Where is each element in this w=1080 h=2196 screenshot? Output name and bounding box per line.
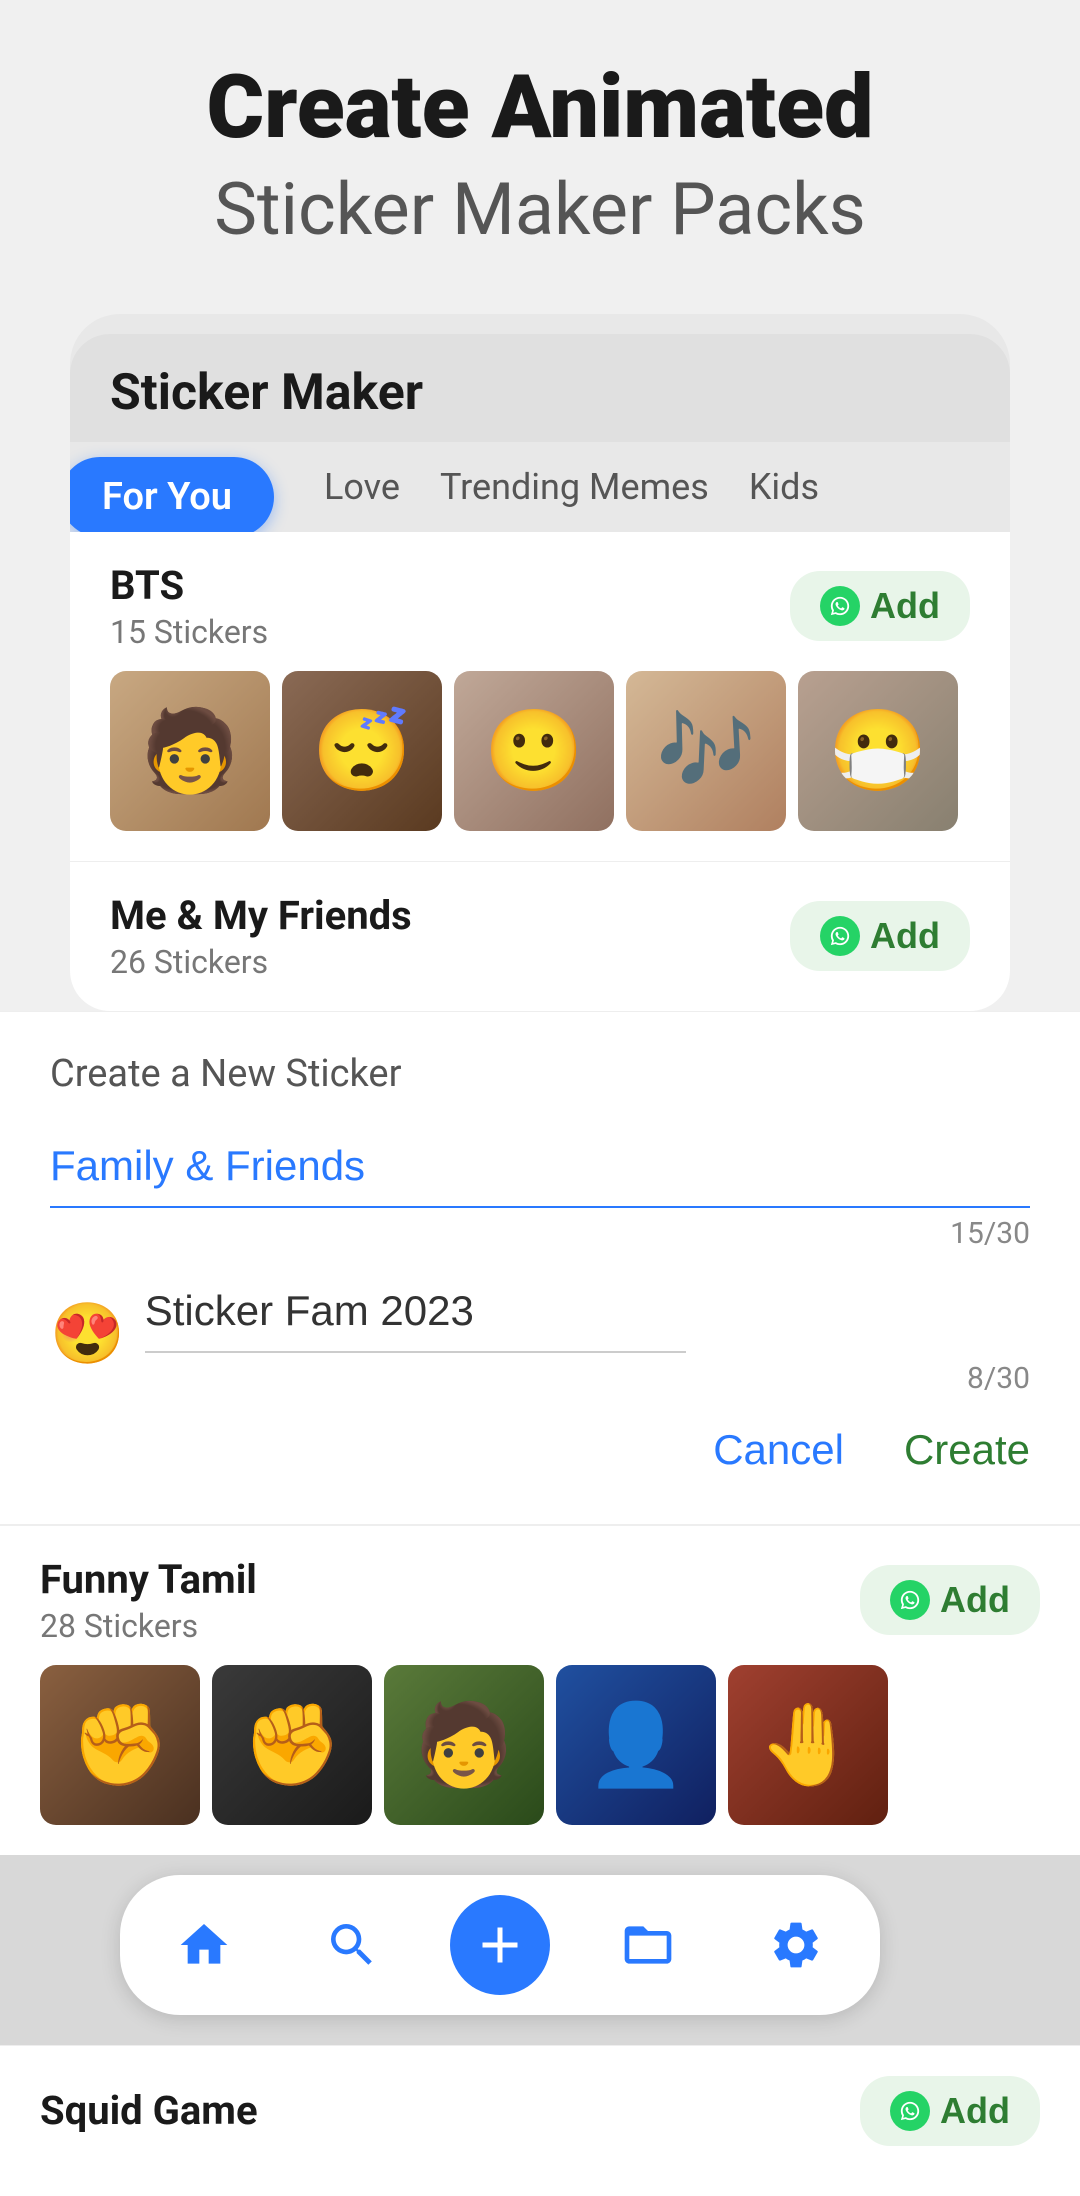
nav-settings[interactable] xyxy=(746,1905,846,1985)
sticker-thumb[interactable]: 🧑 xyxy=(384,1665,544,1825)
sticker-thumb[interactable]: 😴 xyxy=(282,671,442,831)
pack-funny-tamil: Funny Tamil 28 Stickers Add ✊ ✊ 🧑 👤 xyxy=(0,1525,1080,1855)
pack-me-friends-add-label: Add xyxy=(870,915,940,957)
sticker-thumb[interactable]: 🤚 xyxy=(728,1665,888,1825)
sticker-thumb[interactable]: 👤 xyxy=(556,1665,716,1825)
nav-packs[interactable] xyxy=(598,1905,698,1985)
create-button[interactable]: Create xyxy=(904,1426,1030,1474)
pack-bts-add-button[interactable]: Add xyxy=(790,571,970,641)
sticker-thumb[interactable]: 😷 xyxy=(798,671,958,831)
sticker-name-counter: 8/30 xyxy=(145,1361,1030,1396)
tab-kids[interactable]: Kids xyxy=(729,448,839,526)
nav-home[interactable] xyxy=(154,1905,254,1985)
nav-search[interactable] xyxy=(302,1905,402,1985)
pack-bts-count: 15 Stickers xyxy=(110,613,268,651)
pack-bts-name: BTS xyxy=(110,562,268,609)
cancel-button[interactable]: Cancel xyxy=(713,1426,844,1474)
page-title: Create Animated Sticker Maker Packs xyxy=(40,60,1040,254)
sticker-thumb[interactable]: 🧑 xyxy=(110,671,270,831)
sticker-thumb[interactable]: ✊ xyxy=(212,1665,372,1825)
pack-me-friends: Me & My Friends 26 Stickers Add xyxy=(70,861,1010,1011)
whatsapp-icon-3 xyxy=(890,1580,930,1620)
pack-squid-game-add-label: Add xyxy=(940,2090,1010,2132)
sticker-emoji[interactable]: 😍 xyxy=(50,1298,125,1369)
sticker-thumb[interactable]: ✊ xyxy=(40,1665,200,1825)
pack-squid-game-name: Squid Game xyxy=(40,2087,258,2134)
sticker-name-input[interactable] xyxy=(145,1271,686,1353)
nav-add[interactable] xyxy=(450,1895,550,1995)
sticker-thumb[interactable]: 🙂 xyxy=(454,671,614,831)
pack-name-input-group: 15/30 xyxy=(50,1126,1030,1251)
pack-funny-tamil-name: Funny Tamil xyxy=(40,1556,257,1603)
pack-funny-tamil-count: 28 Stickers xyxy=(40,1607,257,1645)
pack-bts: BTS 15 Stickers Add 🧑 😴 xyxy=(70,532,1010,861)
tab-foryou[interactable]: For You xyxy=(70,457,274,532)
pack-me-friends-name: Me & My Friends xyxy=(110,892,412,939)
pack-name-input[interactable] xyxy=(50,1126,1030,1208)
pack-me-friends-count: 26 Stickers xyxy=(110,943,412,981)
bottom-nav-wrapper xyxy=(0,1855,1080,2045)
modal-title: Create a New Sticker xyxy=(50,1052,1030,1096)
tab-love[interactable]: Love xyxy=(304,448,420,526)
pack-squid-game: Squid Game Add xyxy=(0,2045,1080,2196)
pack-squid-game-add-button[interactable]: Add xyxy=(860,2076,1040,2146)
bottom-nav xyxy=(120,1875,880,2015)
pack-bts-add-label: Add xyxy=(870,585,940,627)
app-title: Sticker Maker xyxy=(110,364,970,442)
pack-name-counter: 15/30 xyxy=(50,1216,1030,1251)
whatsapp-icon-4 xyxy=(890,2091,930,2131)
sticker-thumb[interactable]: 🎶 xyxy=(626,671,786,831)
pack-funny-tamil-stickers: ✊ ✊ 🧑 👤 🤚 xyxy=(40,1665,1040,1825)
phone-mockup: Sticker Maker For You Love Trending Meme… xyxy=(70,314,1010,1011)
tab-trending[interactable]: Trending Memes xyxy=(420,448,729,526)
modal-actions: Cancel Create xyxy=(50,1426,1030,1484)
pack-me-friends-add-button[interactable]: Add xyxy=(790,901,970,971)
pack-funny-tamil-add-label: Add xyxy=(940,1579,1010,1621)
app-bar: Sticker Maker xyxy=(70,334,1010,442)
whatsapp-icon xyxy=(820,586,860,626)
whatsapp-icon-2 xyxy=(820,916,860,956)
pack-bts-stickers: 🧑 😴 🙂 🎶 😷 xyxy=(110,671,970,831)
header: Create Animated Sticker Maker Packs xyxy=(0,0,1080,284)
create-sticker-modal: Create a New Sticker 15/30 😍 8/30 Cancel… xyxy=(0,1011,1080,1525)
sticker-name-row: 😍 8/30 xyxy=(50,1271,1030,1396)
pack-funny-tamil-add-button[interactable]: Add xyxy=(860,1565,1040,1635)
